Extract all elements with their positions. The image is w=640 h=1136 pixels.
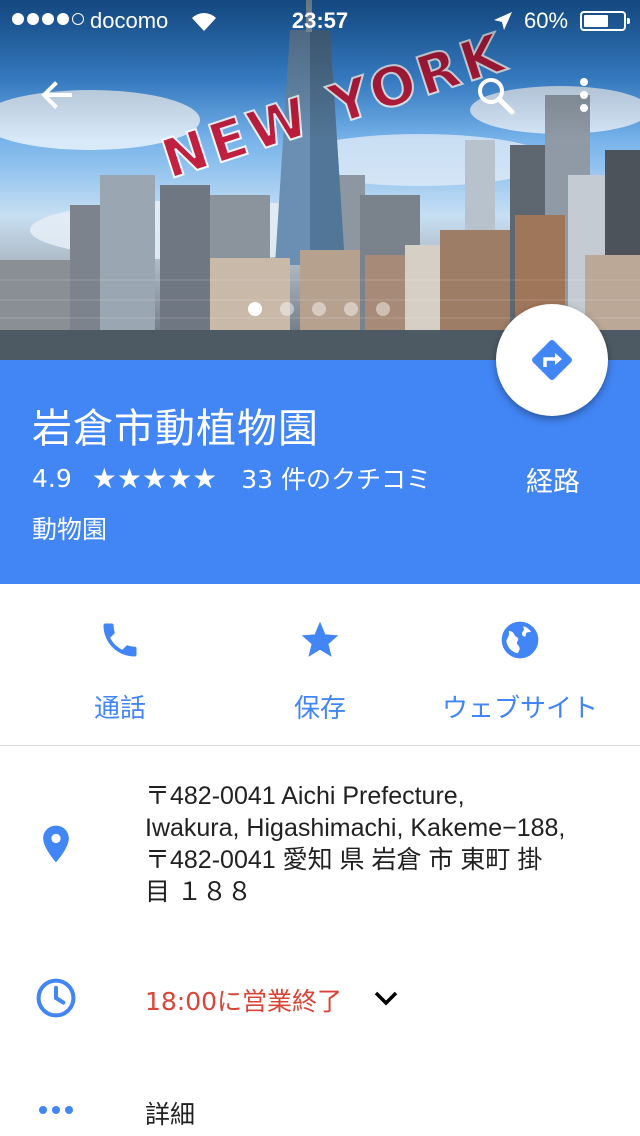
call-label: 通話 [93,694,146,724]
opening-hours[interactable]: 18:00に営業終了 [145,982,342,1018]
address-line: 〒482-0041 愛知 県 岩倉 市 東町 掛 [145,846,543,874]
route-label[interactable]: 経路 [526,460,580,499]
details-link[interactable]: 詳細 [145,1095,195,1131]
location-pin-icon [43,825,69,863]
rating-stars: ★★★★★ [91,461,218,495]
address-line: 〒482-0041 Aichi Prefecture, [145,782,465,810]
call-button[interactable]: 通話 [20,616,220,725]
save-label: 保存 [293,694,346,724]
battery-icon [580,11,630,31]
directions-icon [532,340,572,380]
photo-pager[interactable] [248,302,390,316]
address-line: 目 １８８ [145,878,252,906]
pager-dot[interactable] [280,302,294,316]
location-arrow-icon [494,12,512,30]
rating-row: 4.9 ★★★★★ 33 件のクチコミ [32,460,431,496]
more-vert-icon[interactable] [566,74,602,116]
website-button[interactable]: ウェブサイト [420,616,620,725]
reviews-link[interactable]: 33 件のクチコミ [241,460,431,496]
phone-icon [103,623,137,657]
search-icon[interactable] [474,74,516,116]
pager-dot[interactable] [376,302,390,316]
status-bar: docomo 23:57 60% [0,0,640,40]
star-icon [301,621,339,657]
place-category: 動物園 [32,515,108,544]
pager-dot[interactable] [248,302,262,316]
clock-icon [36,978,76,1018]
save-button[interactable]: 保存 [220,616,420,725]
globe-icon [501,621,539,659]
pager-dot[interactable] [344,302,358,316]
battery-percentage: 60% [524,8,569,33]
directions-button[interactable] [496,304,608,416]
back-arrow-icon[interactable] [36,76,76,116]
chevron-down-icon[interactable] [372,988,400,1008]
pager-dot[interactable] [312,302,326,316]
website-label: ウェブサイト [441,694,598,724]
rating-value: 4.9 [32,463,72,493]
address-line: Iwakura, Higashimachi, Kakeme−188, [145,814,566,842]
address-block[interactable]: 〒482-0041 Aichi Prefecture, Iwakura, Hig… [145,780,625,908]
more-horiz-icon [39,1106,73,1114]
place-title: 岩倉市動植物園 [32,406,319,452]
action-bar: 通話 保存 ウェブサイト [0,584,640,746]
